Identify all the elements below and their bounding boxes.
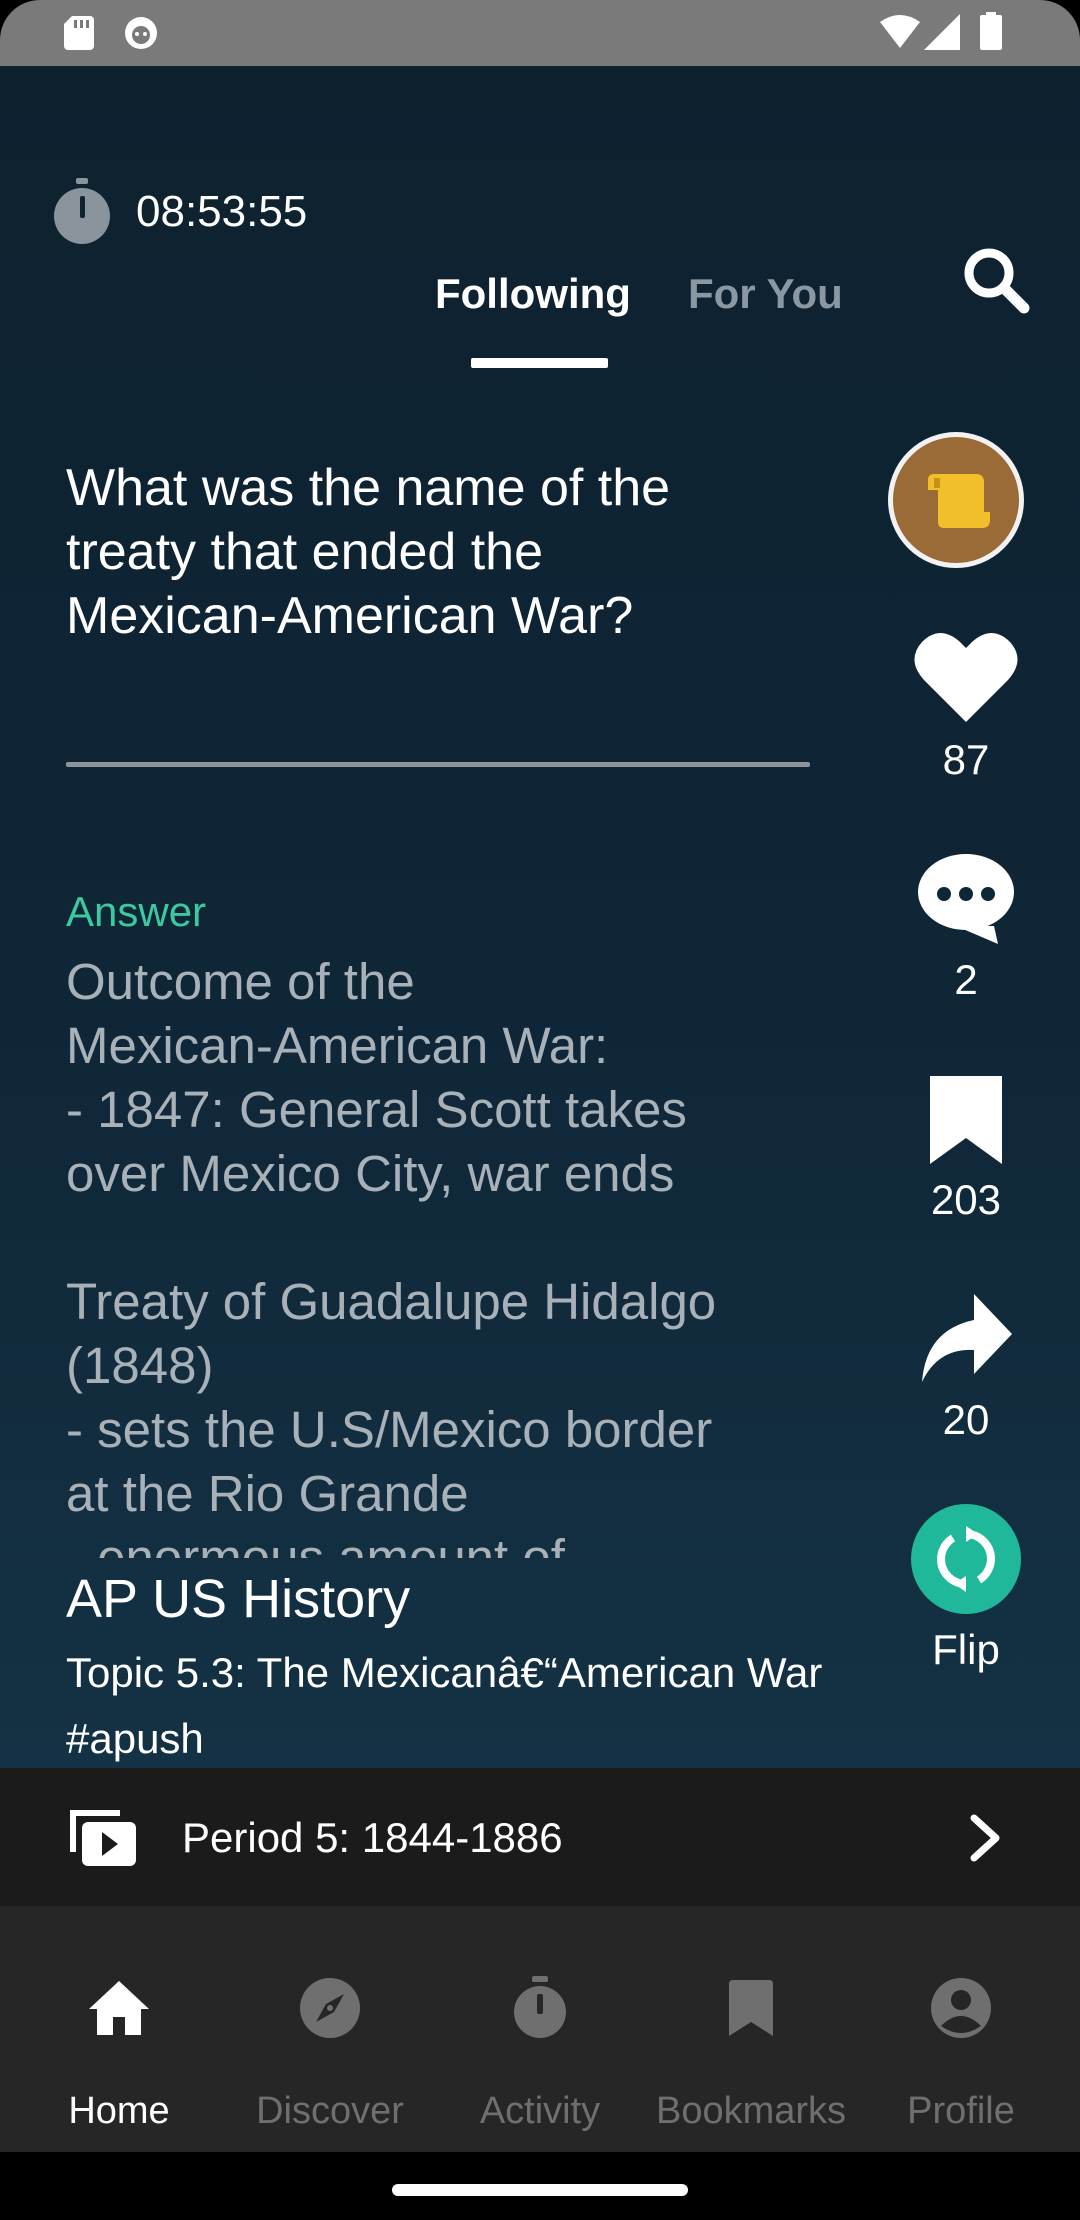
active-tab-indicator	[471, 358, 608, 368]
stopwatch-icon	[54, 178, 110, 244]
nav-profile[interactable]: Profile	[853, 1906, 1069, 2152]
nav-label-home: Home	[68, 2090, 170, 2132]
bottom-navigation: Home Discover Activity Bookmarks Profile	[0, 1906, 1080, 2152]
account-circle-icon	[931, 1978, 991, 2038]
answer-label: Answer	[66, 888, 207, 935]
heart-icon	[914, 633, 1018, 722]
battery-icon	[980, 12, 1002, 50]
sd-card-icon	[64, 16, 94, 50]
nav-bookmarks[interactable]: Bookmarks	[643, 1906, 859, 2152]
share-arrow-icon	[922, 1294, 1012, 1382]
share-action[interactable]: 20	[880, 1294, 1052, 1444]
home-gesture-pill[interactable]	[392, 2184, 688, 2196]
home-icon	[89, 1981, 149, 2035]
nav-activity[interactable]: Activity	[432, 1906, 648, 2152]
like-count: 87	[942, 736, 990, 783]
answer-text: Outcome of the Mexican-American War: - 1…	[66, 953, 717, 1558]
question-divider	[66, 762, 810, 767]
bookmark-icon	[930, 1076, 1002, 1164]
flip-button[interactable]	[911, 1504, 1021, 1614]
signal-icon	[924, 14, 960, 50]
playlist-bar[interactable]: Period 5: 1844-1886	[0, 1768, 1080, 1906]
compass-icon	[300, 1978, 360, 2038]
bookmark-action[interactable]: 203	[880, 1076, 1052, 1224]
playlist-label: Period 5: 1844-1886	[182, 1814, 563, 1861]
creator-avatar[interactable]	[888, 432, 1024, 568]
tab-for-you[interactable]: For You	[688, 270, 843, 318]
wifi-icon	[880, 15, 920, 48]
playlist-play-icon	[70, 1810, 136, 1866]
scroll-icon	[928, 474, 990, 528]
question-text: What was the name of the treaty that end…	[66, 459, 671, 645]
like-action[interactable]: 87	[880, 630, 1052, 784]
flip-label: Flip	[932, 1626, 1000, 1673]
deck-title[interactable]: AP US History	[66, 1568, 410, 1630]
notification-app-icon	[125, 17, 157, 49]
tab-following[interactable]: Following	[435, 270, 631, 318]
flip-action[interactable]: Flip	[880, 1504, 1052, 1674]
chevron-right-icon[interactable]	[968, 1814, 1002, 1862]
comment-bubble-icon	[918, 854, 1014, 944]
nav-home[interactable]: Home	[11, 1906, 227, 2152]
answer-scroll-area[interactable]: Outcome of the Mexican-American War: - 1…	[66, 950, 826, 1558]
refresh-icon	[937, 1526, 995, 1592]
nav-label-discover: Discover	[256, 2090, 404, 2132]
timer-text: 08:53:55	[136, 187, 308, 236]
bookmark-icon	[729, 1980, 773, 2036]
nav-label-activity: Activity	[479, 2090, 601, 2132]
share-count: 20	[942, 1396, 990, 1443]
comment-count: 2	[954, 956, 978, 1003]
study-timer[interactable]: 08:53:55	[52, 178, 307, 246]
status-bar	[0, 0, 1080, 66]
stopwatch-icon	[514, 1976, 566, 2038]
deck-topic[interactable]: Topic 5.3: The Mexicanâ€“American War #a…	[66, 1640, 866, 1772]
nav-label-bookmarks: Bookmarks	[655, 2090, 847, 2132]
nav-discover[interactable]: Discover	[222, 1906, 438, 2152]
nav-label-profile: Profile	[907, 2090, 1015, 2132]
gesture-navigation-area	[0, 2152, 1080, 2220]
search-icon[interactable]	[962, 246, 1030, 314]
comment-action[interactable]: 2	[880, 852, 1052, 1004]
bookmark-count: 203	[930, 1176, 1002, 1223]
